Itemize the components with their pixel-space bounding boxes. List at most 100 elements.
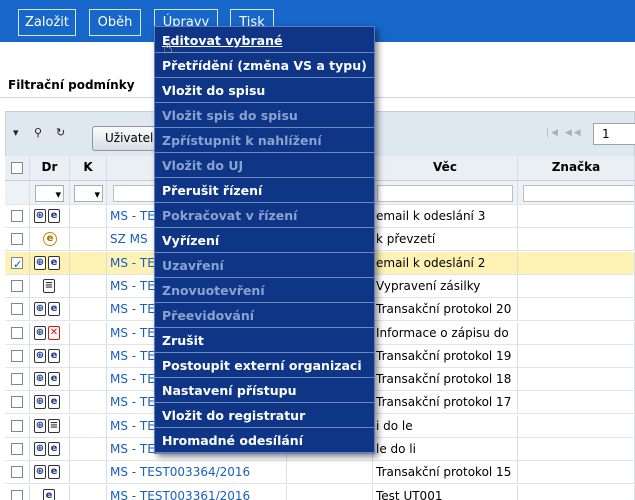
row-checkbox[interactable] <box>11 373 23 386</box>
menu-item[interactable]: Zrušit <box>155 329 374 353</box>
row-dr-cell: ⊕ e <box>30 391 70 414</box>
email-icon: e <box>48 302 60 317</box>
document-id-link[interactable]: MS - TE <box>110 209 155 223</box>
row-checkbox[interactable] <box>11 303 23 316</box>
menu-item[interactable]: Vložit do spisu <box>155 79 374 103</box>
row-checkbox[interactable] <box>11 210 23 222</box>
email-icon: e <box>48 209 60 223</box>
row-checkbox[interactable] <box>11 443 23 455</box>
menu-item[interactable]: Hromadné odesílání <box>155 429 374 453</box>
row-checkbox[interactable] <box>11 466 23 479</box>
row-select-cell <box>5 274 30 297</box>
document-id-link[interactable]: MS - TE <box>110 256 155 270</box>
row-znacka-cell <box>518 251 635 274</box>
header-k[interactable]: K <box>70 156 107 180</box>
menu-item[interactable]: Znovuotevření <box>155 279 374 303</box>
rejected-email-icon: ✕ <box>48 325 60 340</box>
menu-item[interactable]: Přerušit řízení <box>155 179 374 203</box>
row-dr-cell: ⊕ e <box>30 461 70 484</box>
table-row[interactable]: ⊕ e MS - TEST003364/2016 Transakční protoko… <box>5 461 635 485</box>
document-id-link[interactable]: MS - TE <box>110 395 155 409</box>
document-id-link[interactable]: MS - TE <box>110 372 155 386</box>
zalozit-button[interactable]: Založit <box>18 9 76 36</box>
header-dr[interactable]: Dr <box>30 156 70 180</box>
document-id-link[interactable]: MS - TE <box>110 326 155 340</box>
menu-item[interactable]: Postoupit externí organizaci <box>155 354 374 378</box>
select-all-checkbox[interactable] <box>11 162 23 174</box>
row-checkbox[interactable] <box>11 489 23 500</box>
document-id-link[interactable]: MS - TE <box>110 279 155 293</box>
subject-text: Test UT001 <box>376 488 443 500</box>
row-checkbox[interactable] <box>11 233 23 246</box>
page-number-input[interactable]: 1 <box>593 123 635 145</box>
pager-first-prev-icon[interactable]: |◀ ◀◀ <box>546 128 583 138</box>
document-id-link[interactable]: SZ MS <box>110 232 148 246</box>
subject-text: Informace o zápisu do <box>376 325 509 340</box>
row-znacka-cell <box>518 321 635 344</box>
menu-item[interactable]: Pokračovat v řízení <box>155 204 374 228</box>
collapse-triangle-icon[interactable]: ▾ <box>13 126 19 139</box>
header-znacka[interactable]: Značka <box>518 156 635 180</box>
row-dr-cell: ⊕ e <box>30 438 70 460</box>
znacka-filter-input[interactable] <box>523 185 634 202</box>
header-select-cell <box>5 156 30 180</box>
row-znacka-cell <box>518 414 635 437</box>
row-znacka-cell <box>518 391 635 414</box>
obeh-button[interactable]: Oběh <box>89 9 141 36</box>
document-id-link[interactable]: MS - TEST003361/2016 <box>110 489 250 500</box>
filter-dr-cell <box>30 181 70 204</box>
menu-item[interactable]: Přetřídění (změna VS a typu) <box>155 54 374 78</box>
row-znacka-cell <box>518 298 635 321</box>
menu-item[interactable]: Uzavření <box>155 254 374 278</box>
row-vec-cell: k převzetí <box>373 228 518 251</box>
row-dr-cell: ⊕ e <box>30 251 70 274</box>
header-vec[interactable]: Věc <box>373 156 518 180</box>
document-id-link[interactable]: MS - TE <box>110 442 155 456</box>
row-dr-cell: ≡ <box>30 274 70 297</box>
attachment-icon: ⊕ <box>34 372 46 387</box>
menu-item[interactable]: Vyřízení <box>155 229 374 253</box>
row-znacka-cell <box>518 461 635 484</box>
row-select-cell <box>5 368 30 391</box>
menu-item[interactable]: Nastavení přístupu <box>155 379 374 403</box>
menu-item[interactable]: Přeevidování <box>155 304 374 328</box>
table-row[interactable]: e MS - TEST003361/2016 Test UT001 <box>5 484 635 500</box>
row-id-cell: MS - TEST003361/2016 <box>107 484 287 500</box>
search-icon[interactable]: ⚲ <box>34 126 42 139</box>
menu-item[interactable]: Editovat vybrané <box>155 29 374 53</box>
document-id-link[interactable]: MS - TEST003364/2016 <box>110 465 250 479</box>
row-vec-cell: email k odeslání 3 <box>373 205 518 227</box>
row-checkbox[interactable] <box>11 279 23 292</box>
row-k-cell <box>70 321 107 344</box>
row-checkbox[interactable] <box>11 349 23 362</box>
menu-item[interactable]: Vložit spis do spisu <box>155 104 374 128</box>
row-checkbox[interactable] <box>11 326 23 339</box>
attachment-icon: ⊕ <box>34 255 46 270</box>
document-icon: ≡ <box>43 278 55 293</box>
k-filter-dropdown[interactable] <box>74 184 103 204</box>
menu-item[interactable]: Vložit do registratur <box>155 404 374 428</box>
refresh-icon[interactable]: ↻ <box>56 126 65 139</box>
row-k-cell <box>70 391 107 414</box>
row-select-cell <box>5 228 30 251</box>
row-dr-cell: ⊕ e <box>30 368 70 391</box>
dr-filter-dropdown[interactable] <box>35 184 64 204</box>
menu-item[interactable]: Zpřístupnit k nahlížení <box>155 129 374 153</box>
subject-text: k převzetí <box>376 232 436 247</box>
document-id-link[interactable]: MS - TE <box>110 419 155 433</box>
row-checkbox[interactable] <box>11 419 23 432</box>
row-checkbox[interactable] <box>11 254 23 274</box>
menu-item[interactable]: Vložit do UJ <box>155 154 374 178</box>
vec-filter-input[interactable] <box>377 185 513 202</box>
row-znacka-cell <box>518 344 635 367</box>
row-k-cell <box>70 274 107 297</box>
row-k-cell <box>70 484 107 500</box>
email-icon: e <box>48 255 60 270</box>
filter-conditions-label[interactable]: Filtrační podmínky <box>8 78 135 92</box>
document-id-link[interactable]: MS - TE <box>110 349 155 363</box>
upravy-dropdown-menu: Editovat vybrané Přetřídění (změna VS a t… <box>154 26 375 454</box>
row-checkbox[interactable] <box>11 396 23 409</box>
row-vec-cell: Transakční protokol 19 <box>373 344 518 367</box>
attachment-icon: ⊕ <box>34 348 46 363</box>
document-id-link[interactable]: MS - TE <box>110 302 155 316</box>
